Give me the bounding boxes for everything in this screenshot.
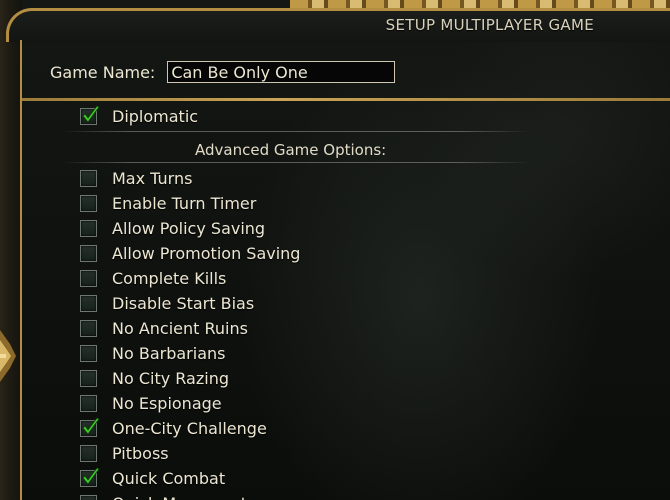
option-label: No Espionage (112, 393, 222, 413)
option-row[interactable]: No Espionage (80, 392, 222, 414)
option-row[interactable]: Quick Movement (80, 492, 247, 500)
option-row[interactable]: One-City Challenge (80, 416, 267, 439)
option-label: Allow Policy Saving (112, 218, 266, 238)
option-label: No City Razing (112, 368, 229, 388)
checkmark-icon (82, 416, 100, 435)
option-checkbox[interactable] (80, 344, 97, 362)
option-row[interactable]: Allow Policy Saving (80, 217, 265, 239)
option-label: Complete Kills (112, 268, 227, 288)
left-frame-line (20, 40, 22, 500)
side-ornament-icon (0, 330, 16, 382)
option-checkbox[interactable] (80, 394, 97, 412)
option-checkbox[interactable] (80, 294, 97, 312)
option-checkbox[interactable] (80, 416, 100, 437)
option-checkbox[interactable] (80, 269, 97, 287)
divider (60, 131, 530, 132)
divider (60, 162, 530, 163)
window-title: SETUP MULTIPLAYER GAME (385, 16, 594, 34)
option-label: Pitboss (112, 443, 169, 463)
option-row[interactable]: No Barbarians (80, 342, 225, 364)
option-label: Allow Promotion Saving (112, 243, 301, 263)
option-row[interactable]: No Ancient Ruins (80, 317, 248, 339)
game-name-input[interactable] (167, 61, 396, 83)
option-row[interactable]: Complete Kills (80, 267, 226, 289)
option-checkbox[interactable] (80, 466, 100, 487)
option-checkbox[interactable] (80, 104, 100, 125)
checkmark-icon (82, 104, 100, 123)
game-name-row: Game Name: (50, 59, 396, 85)
option-row[interactable]: Disable Start Bias (80, 292, 254, 314)
main-divider (22, 98, 670, 101)
option-label: Enable Turn Timer (112, 193, 257, 213)
option-label: Diplomatic (112, 106, 199, 126)
top-ornament (290, 0, 670, 8)
option-label: Max Turns (112, 168, 193, 188)
option-checkbox[interactable] (80, 194, 97, 212)
option-row[interactable]: Max Turns (80, 167, 192, 189)
option-label: One-City Challenge (112, 418, 267, 438)
setup-multiplayer-panel: SETUP MULTIPLAYER GAME Game Name: Diplom… (0, 0, 670, 500)
option-label: Disable Start Bias (112, 293, 255, 313)
option-label: Quick Combat (112, 468, 226, 488)
option-checkbox[interactable] (80, 169, 97, 187)
option-row[interactable]: No City Razing (80, 367, 229, 389)
game-name-label: Game Name: (50, 62, 156, 82)
option-row[interactable]: Pitboss (80, 442, 169, 464)
option-row[interactable]: Allow Promotion Saving (80, 242, 300, 264)
option-checkbox[interactable] (80, 319, 97, 337)
option-checkbox[interactable] (80, 219, 97, 237)
option-row[interactable]: Diplomatic (80, 104, 199, 127)
top-frame: SETUP MULTIPLAYER GAME (0, 0, 670, 42)
option-checkbox[interactable] (80, 444, 97, 462)
checkmark-icon (82, 466, 100, 485)
option-label: No Barbarians (112, 343, 226, 363)
option-label: No Ancient Ruins (112, 318, 248, 338)
option-checkbox[interactable] (80, 369, 97, 387)
advanced-options-header: Advanced Game Options: (195, 141, 387, 159)
option-checkbox[interactable] (80, 494, 97, 500)
left-backdrop (0, 0, 22, 500)
option-row[interactable]: Enable Turn Timer (80, 192, 256, 214)
option-checkbox[interactable] (80, 244, 97, 262)
option-row[interactable]: Quick Combat (80, 466, 226, 489)
option-label: Quick Movement (112, 494, 247, 500)
